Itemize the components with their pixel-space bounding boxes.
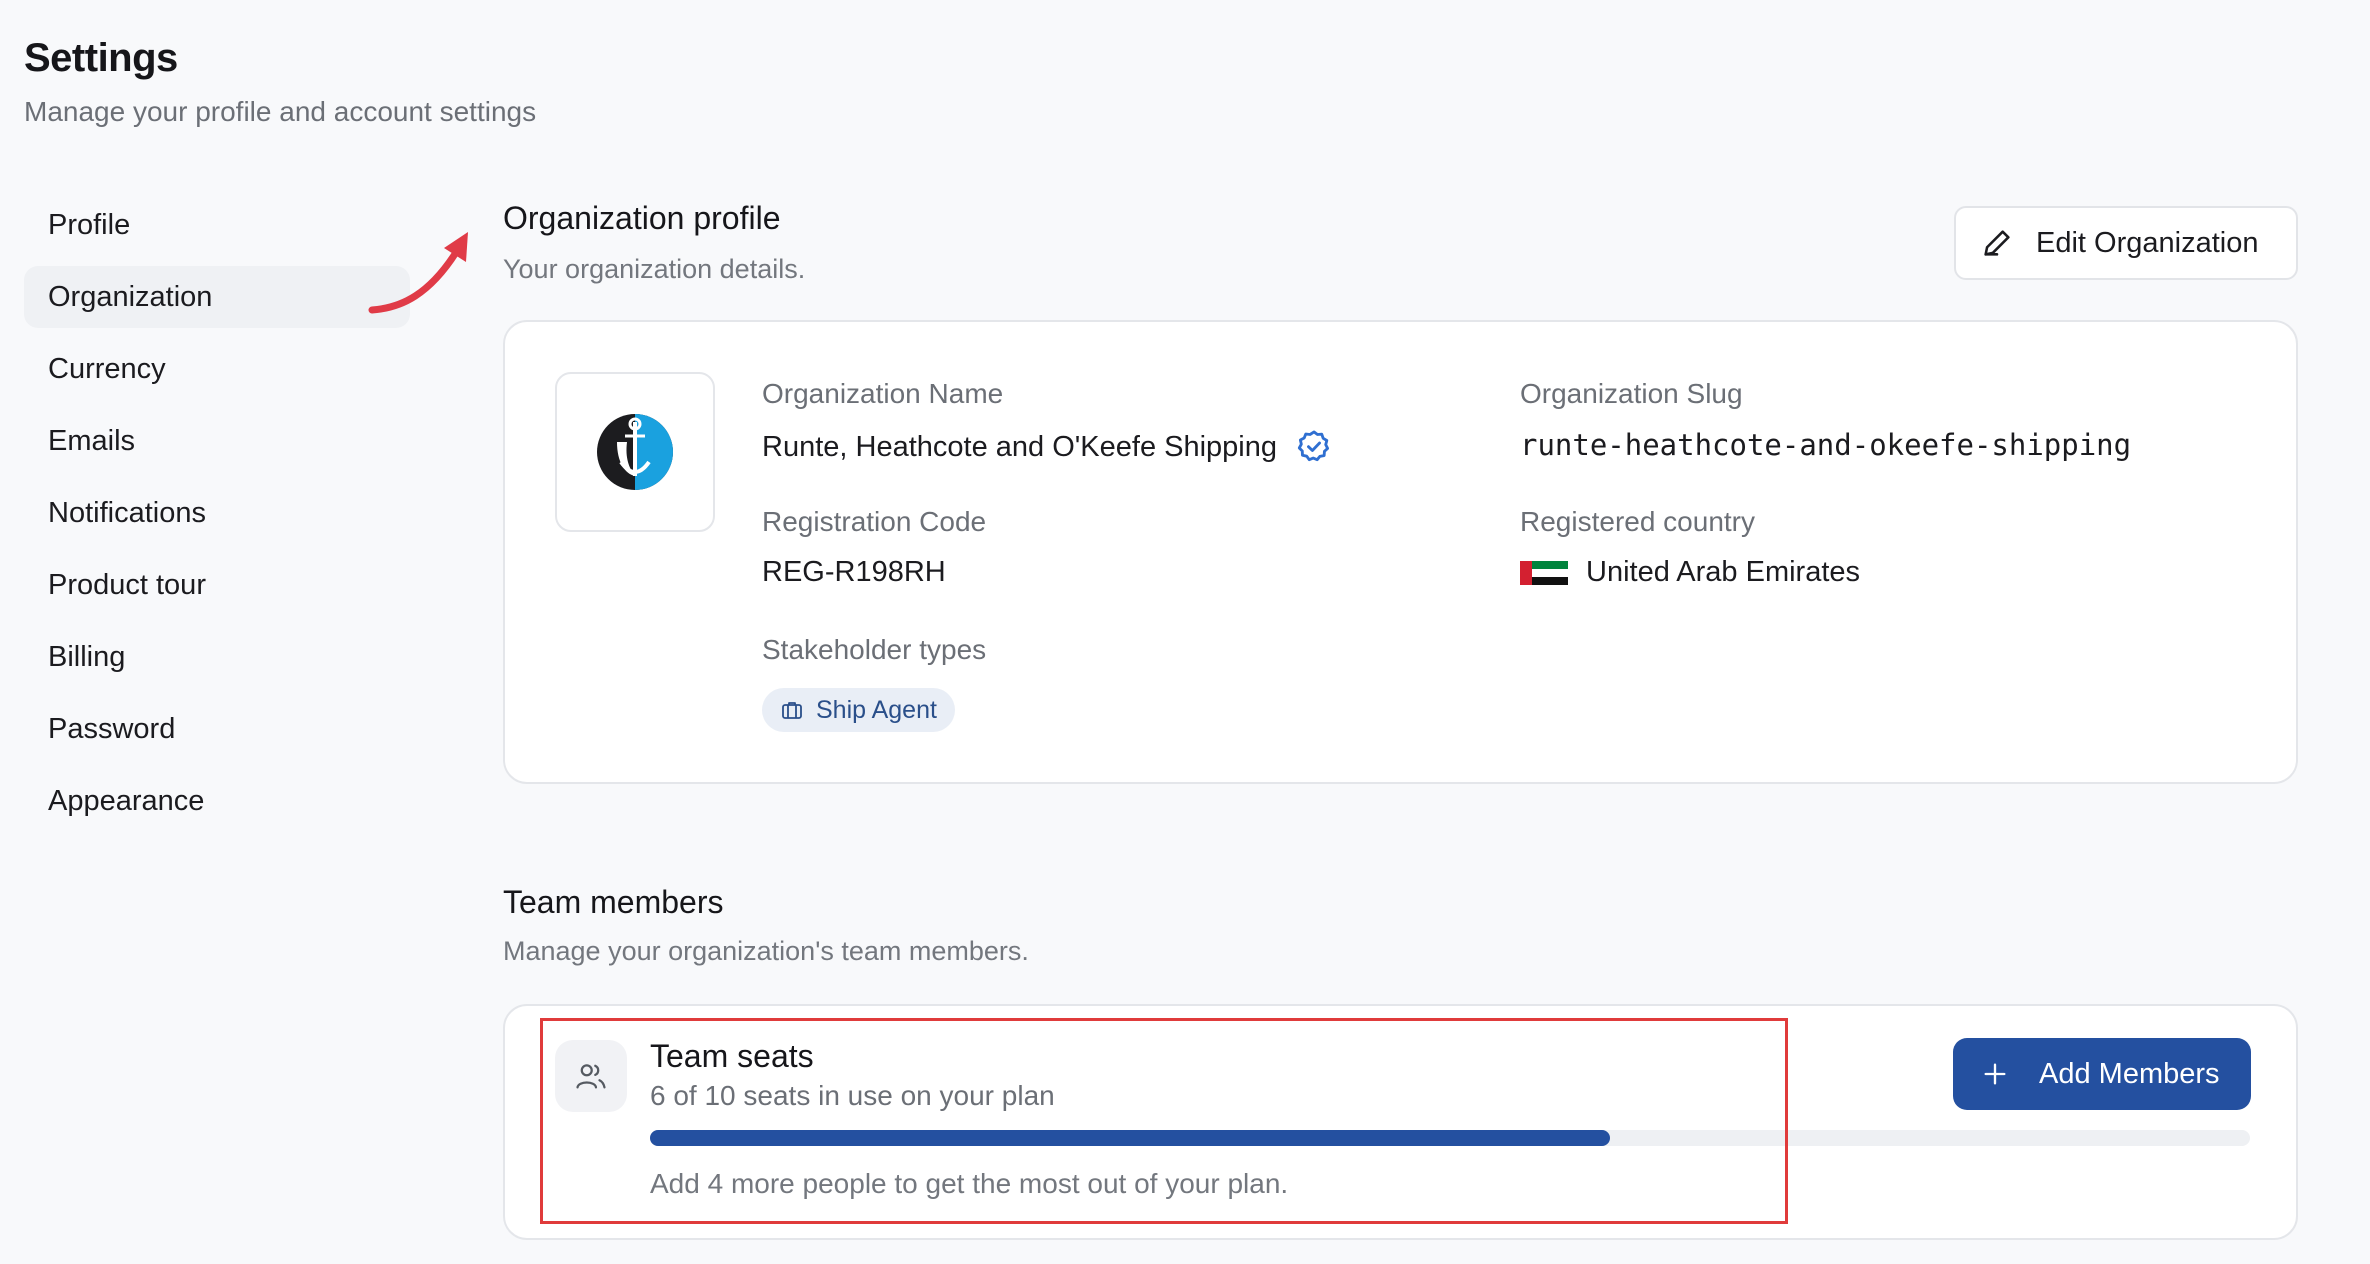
stakeholder-tag: Ship Agent [762, 688, 955, 732]
page-title: Settings [24, 36, 178, 80]
plus-icon [1984, 1063, 2006, 1085]
country-label: Registered country [1520, 506, 1756, 537]
sidebar-item-organization[interactable]: Organization [24, 266, 410, 328]
country-value: United Arab Emirates [1520, 556, 1860, 589]
edit-organization-button[interactable]: Edit Organization [1954, 206, 2298, 280]
add-members-button[interactable]: Add Members [1953, 1038, 2251, 1110]
sidebar-item-notifications[interactable]: Notifications [24, 482, 410, 544]
sidebar-item-password[interactable]: Password [24, 698, 410, 760]
annotation-highlight-box [540, 1018, 1788, 1224]
verified-badge-icon [1297, 430, 1330, 462]
org-name-label: Organization Name [762, 378, 1004, 409]
anchor-logo [597, 414, 673, 490]
reg-code-label: Registration Code [762, 506, 987, 537]
country-text: United Arab Emirates [1586, 556, 1861, 588]
settings-sidebar: Profile Organization Currency Emails Not… [24, 194, 410, 842]
sidebar-item-profile[interactable]: Profile [24, 194, 410, 256]
org-profile-subtitle: Your organization details. [503, 254, 806, 284]
uae-flag-icon [1520, 560, 1568, 585]
org-name-text: Runte, Heathcote and O'Keefe Shipping [762, 430, 1278, 463]
sidebar-item-currency[interactable]: Currency [24, 338, 410, 400]
add-members-label: Add Members [2039, 1057, 2220, 1090]
page-subtitle: Manage your profile and account settings [24, 96, 537, 127]
sidebar-item-billing[interactable]: Billing [24, 626, 410, 688]
organization-card: Organization Name Runte, Heathcote and O… [503, 320, 2298, 784]
org-slug-value: runte-heathcote-and-okeefe-shipping [1520, 428, 2132, 462]
edit-organization-label: Edit Organization [2036, 226, 2259, 259]
org-slug-label: Organization Slug [1520, 378, 1743, 409]
annotation-arrow-icon [368, 232, 468, 314]
sidebar-item-product-tour[interactable]: Product tour [24, 554, 410, 616]
sidebar-item-appearance[interactable]: Appearance [24, 770, 410, 832]
reg-code-value: REG-R198RH [762, 556, 946, 588]
sidebar-item-emails[interactable]: Emails [24, 410, 410, 472]
org-name-value: Runte, Heathcote and O'Keefe Shipping [762, 428, 1333, 466]
organization-logo [555, 372, 715, 532]
org-profile-title: Organization profile [503, 200, 781, 236]
stakeholder-tag-label: Ship Agent [816, 695, 937, 724]
pencil-icon [1984, 230, 2010, 256]
team-members-title: Team members [503, 884, 724, 920]
briefcase-icon [782, 702, 802, 719]
stakeholder-label: Stakeholder types [762, 634, 987, 665]
team-members-subtitle: Manage your organization's team members. [503, 936, 1029, 966]
